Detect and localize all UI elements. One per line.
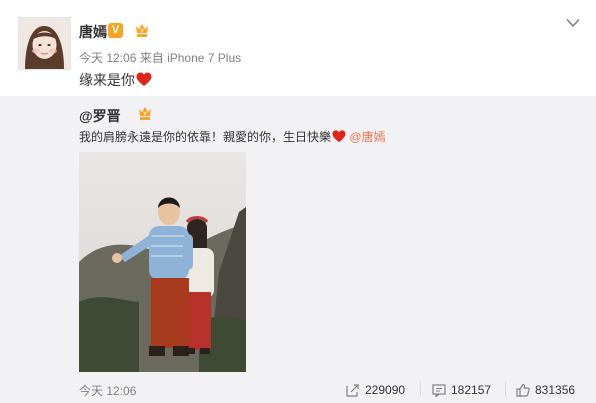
repost-author[interactable]: @罗晋 xyxy=(79,106,121,126)
source-prefix: 来自 xyxy=(139,51,164,65)
post-time[interactable]: 今天 12:06 xyxy=(79,51,136,65)
repost-time[interactable]: 今天 12:06 xyxy=(79,382,136,399)
like-count: 831356 xyxy=(535,383,576,397)
repost-body: 我的肩膀永遠是你的依靠！親愛的你，生日快樂 @唐嫣 xyxy=(79,128,386,145)
avatar-icon xyxy=(19,18,70,69)
photo-image[interactable] xyxy=(79,152,246,372)
repost-container: @罗晋 V 我的肩膀永遠是你的依靠！親愛的你，生日快樂 @唐嫣 今天 12:06… xyxy=(0,96,596,403)
post-device[interactable]: iPhone 7 Plus xyxy=(167,51,241,65)
post-header: 唐嫣 V V 今天 12:06 来自 iPhone 7 Plus 缘来是你 xyxy=(0,0,596,96)
crown-member-icon[interactable]: V xyxy=(134,21,150,39)
crown-member-icon[interactable]: V xyxy=(137,104,153,122)
action-divider xyxy=(505,382,506,396)
action-divider xyxy=(420,382,421,396)
post-meta: 今天 12:06 来自 iPhone 7 Plus xyxy=(79,49,241,66)
comment-button[interactable]: 182157 xyxy=(432,383,492,398)
chevron-down-icon[interactable] xyxy=(566,18,580,28)
comment-count: 182157 xyxy=(451,383,492,397)
avatar[interactable] xyxy=(18,17,71,70)
share-icon xyxy=(346,384,359,397)
comment-icon xyxy=(432,384,446,398)
heart-icon xyxy=(332,130,346,143)
author-name[interactable]: 唐嫣 xyxy=(79,22,107,42)
mention-link[interactable]: @唐嫣 xyxy=(349,130,385,144)
repost-text: 我的肩膀永遠是你的依靠！親愛的你，生日快樂 xyxy=(79,130,332,144)
repost-button[interactable]: 229090 xyxy=(346,383,405,397)
weibo-post: 唐嫣 V V 今天 12:06 来自 iPhone 7 Plus 缘来是你 @罗… xyxy=(0,0,596,403)
repost-count: 229090 xyxy=(365,383,406,397)
verified-badge: V xyxy=(108,23,123,38)
heart-icon xyxy=(136,72,152,86)
post-text: 缘来是你 xyxy=(79,72,135,88)
like-button[interactable]: 831356 xyxy=(516,383,575,397)
thumbs-up-icon xyxy=(516,383,530,397)
post-body: 缘来是你 xyxy=(79,70,152,90)
